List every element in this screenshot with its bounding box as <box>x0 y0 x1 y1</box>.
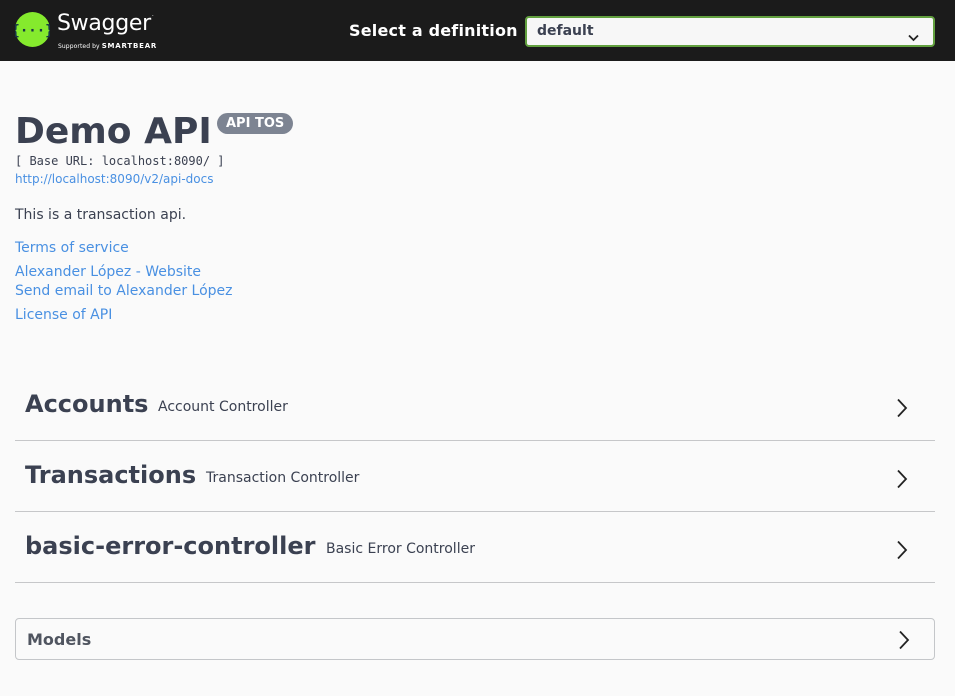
contact-website-link[interactable]: Alexander López - Website <box>15 264 201 280</box>
tag-accounts[interactable]: Accounts Account Controller <box>15 371 935 441</box>
logo-tagline: Supported by SMARTBEAR <box>58 42 158 50</box>
contact-email-link[interactable]: Send email to Alexander López <box>15 283 233 299</box>
definition-select[interactable]: default <box>525 16 935 47</box>
chevron-right-icon[interactable] <box>896 398 908 422</box>
base-url: [ Base URL: localhost:8090/ ] <box>15 154 225 168</box>
chevron-right-icon[interactable] <box>896 469 908 493</box>
definition-select-value: default <box>537 23 594 39</box>
version-badge: API TOS <box>217 113 294 134</box>
tag-transactions[interactable]: Transactions Transaction Controller <box>15 442 935 512</box>
api-title-row: Demo API <box>15 109 212 155</box>
license-link[interactable]: License of API <box>15 307 112 323</box>
tag-name: basic-error-controller <box>25 532 316 560</box>
terms-of-service-link[interactable]: Terms of service <box>15 240 129 256</box>
definition-label: Select a definition <box>349 21 518 40</box>
svg-text:{···}: {···} <box>15 23 50 39</box>
models-title: Models <box>27 630 92 649</box>
api-description: This is a transaction api. <box>15 207 187 223</box>
swagger-logo-icon: {···} <box>15 12 50 47</box>
api-title: Demo API <box>15 111 212 152</box>
tag-description: Basic Error Controller <box>326 541 475 557</box>
models-section[interactable]: Models <box>15 618 935 660</box>
swagger-logo[interactable]: {···} Swagger. Supported by SMARTBEAR <box>15 11 175 52</box>
tag-description: Account Controller <box>158 399 288 415</box>
tag-description: Transaction Controller <box>206 470 360 486</box>
tag-name: Transactions <box>25 461 197 489</box>
tag-name: Accounts <box>25 390 149 418</box>
chevron-right-icon[interactable] <box>896 540 908 564</box>
chevron-down-icon <box>908 27 919 46</box>
tag-basic-error-controller[interactable]: basic-error-controller Basic Error Contr… <box>15 513 935 583</box>
topbar: {···} Swagger. Supported by SMARTBEAR Se… <box>0 0 955 61</box>
logo-brand-text: Swagger. <box>57 11 154 36</box>
api-docs-link[interactable]: http://localhost:8090/v2/api-docs <box>15 172 213 186</box>
chevron-right-icon[interactable] <box>898 630 910 654</box>
